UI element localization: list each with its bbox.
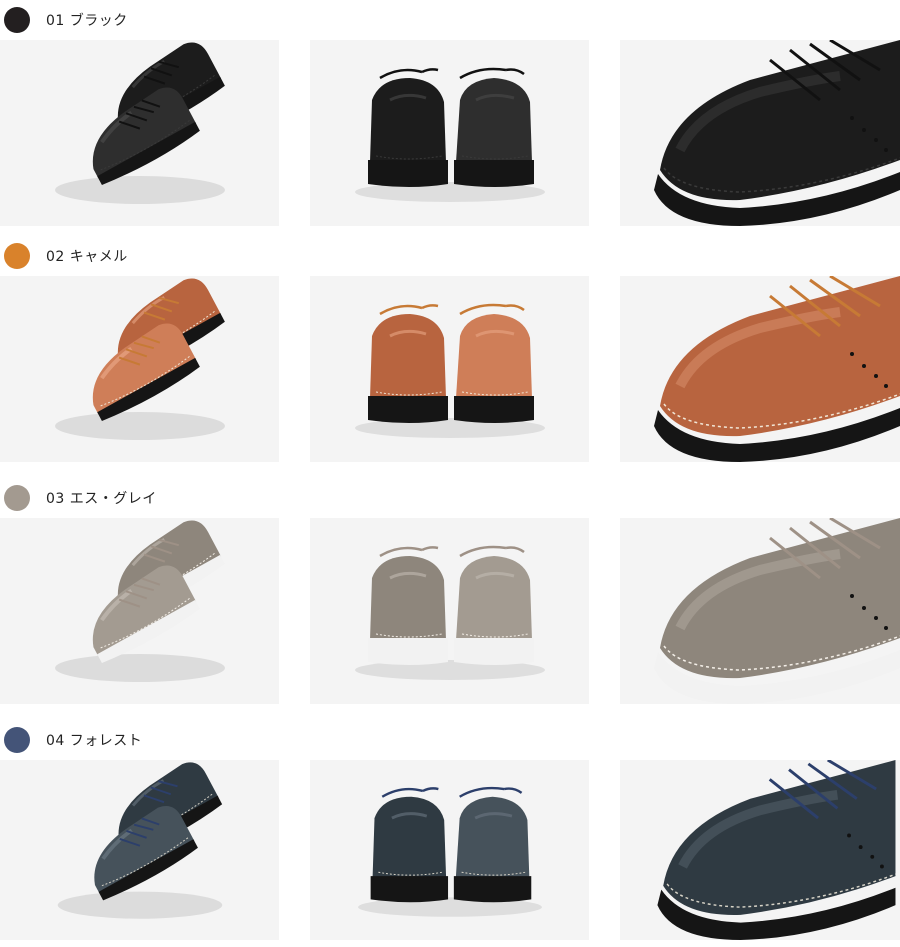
shoe-back-photo bbox=[310, 760, 589, 940]
color-swatch bbox=[4, 485, 30, 511]
shoe-toe-closeup-photo bbox=[620, 40, 900, 226]
shoe-back-photo bbox=[310, 40, 589, 226]
color-section-03: 03 エス・グレイ bbox=[0, 484, 900, 709]
color-label-04: 04 フォレスト bbox=[4, 726, 142, 754]
color-section-01: 01 ブラック bbox=[0, 6, 900, 231]
shoe-pair-angle-photo bbox=[0, 760, 279, 940]
shoe-pair-angle-photo bbox=[0, 518, 279, 704]
color-name: 01 ブラック bbox=[46, 13, 128, 29]
color-name: 04 フォレスト bbox=[46, 733, 143, 749]
color-label-01: 01 ブラック bbox=[4, 6, 128, 34]
color-swatch bbox=[4, 243, 30, 269]
shoe-back-photo bbox=[310, 276, 589, 462]
color-swatch bbox=[4, 7, 30, 33]
color-section-02: 02 キャメル bbox=[0, 242, 900, 467]
color-swatch bbox=[4, 727, 30, 753]
shoe-toe-closeup-photo bbox=[620, 276, 900, 462]
color-name: 02 キャメル bbox=[46, 249, 128, 265]
color-label-03: 03 エス・グレイ bbox=[4, 484, 157, 512]
color-name: 03 エス・グレイ bbox=[46, 491, 157, 507]
shoe-toe-closeup-photo bbox=[620, 518, 900, 704]
color-label-02: 02 キャメル bbox=[4, 242, 128, 270]
shoe-back-photo bbox=[310, 518, 589, 704]
shoe-pair-angle-photo bbox=[0, 276, 279, 462]
shoe-toe-closeup-photo bbox=[620, 760, 900, 940]
shoe-pair-angle-photo bbox=[0, 40, 279, 226]
color-section-04: 04 フォレスト bbox=[0, 726, 900, 947]
